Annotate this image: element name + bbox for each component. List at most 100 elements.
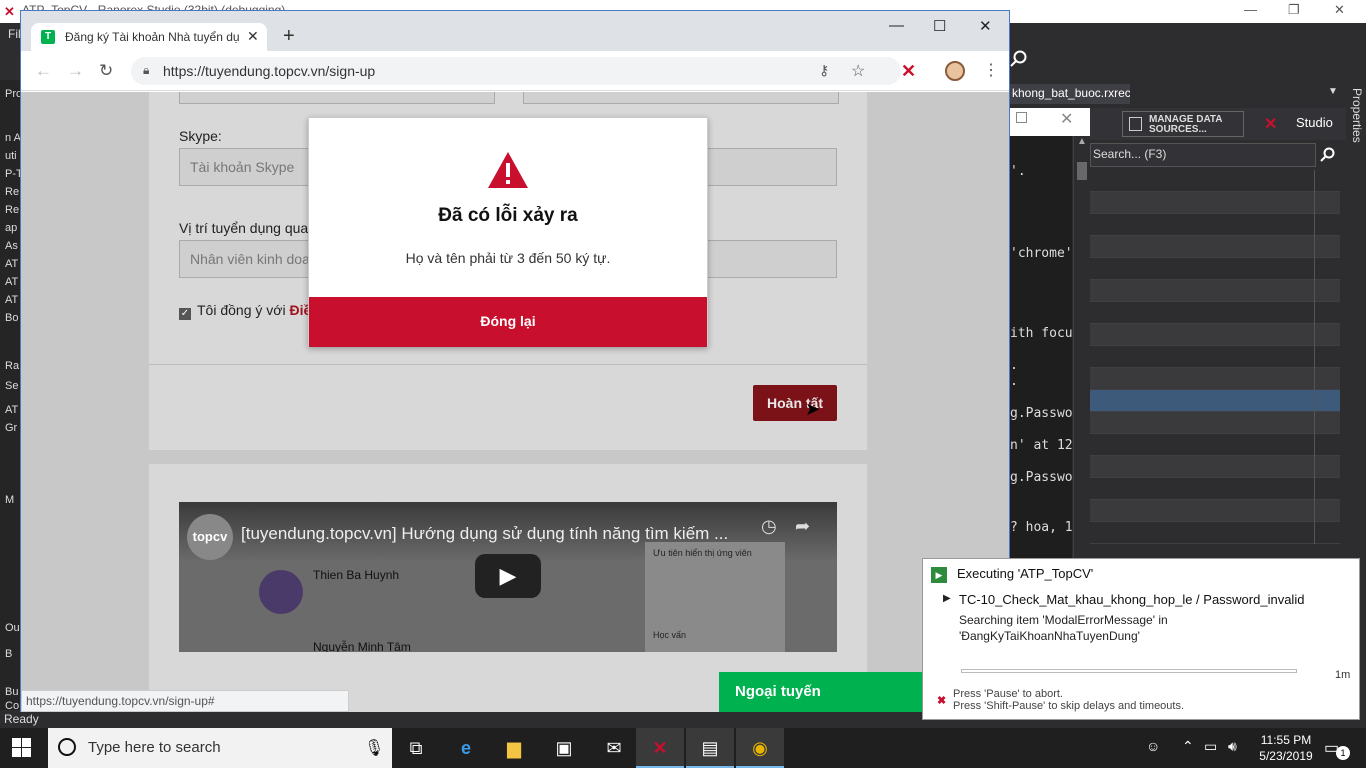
repository-row[interactable] [1090,390,1340,412]
previous-input[interactable] [523,92,839,104]
ranorex-taskbar-icon[interactable]: ✕ [636,728,684,768]
key-icon[interactable]: ⚷ [819,62,829,79]
youtube-video[interactable]: topcv [tuyendung.topcv.vn] Hướng dụng sử… [179,502,837,652]
repository-row[interactable] [1090,258,1340,280]
column-divider [1314,522,1315,544]
repository-row[interactable] [1090,368,1340,390]
reload-icon[interactable]: ↻ [99,61,113,81]
execution-title: Executing 'ATP_TopCV' [957,566,1094,581]
recording-tab[interactable]: khong_bat_buoc.rxrec [1008,84,1130,104]
store-icon[interactable]: ▣ [540,728,588,768]
watch-later-icon[interactable]: ◷ [761,516,777,537]
menu-icon[interactable]: ⋮ [983,60,999,80]
repository-row[interactable] [1090,280,1340,302]
repository-row[interactable] [1090,214,1340,236]
menu-file[interactable]: Fil [8,27,21,41]
profile-avatar[interactable] [945,61,965,81]
video-title[interactable]: [tuyendung.topcv.vn] Hướng dụng sử dụng … [241,524,761,544]
repository-row[interactable] [1090,346,1340,368]
repository-tree[interactable] [1090,170,1340,558]
bookmark-star-icon[interactable]: ☆ [851,61,865,81]
column-divider [1314,500,1315,522]
code-line: . [1010,358,1018,373]
repository-row[interactable] [1090,302,1340,324]
volume-icon[interactable]: 🔊︎ [1228,738,1237,755]
back-icon[interactable]: ← [35,61,52,81]
repository-row[interactable] [1090,412,1340,434]
offline-chat-button[interactable]: Ngoại tuyến [719,672,929,712]
floating-window-header: ✕ [1008,108,1090,136]
code-scrollbar[interactable]: ▲ [1073,136,1089,560]
ranorex-spy-taskbar-icon[interactable]: ▤ [686,728,734,768]
error-modal: Đã có lỗi xảy ra Họ và tên phải từ 3 đến… [308,117,708,347]
close-modal-button[interactable]: Đóng lại [309,297,707,347]
manage-data-sources-button[interactable]: MANAGE DATA SOURCES... [1122,111,1244,137]
lock-icon[interactable]: 🔒︎ [143,63,149,78]
address-bar[interactable]: 🔒︎ https://tuyendung.topcv.vn/sign-up ⚷ … [131,57,901,85]
edge-icon[interactable]: e [442,728,490,768]
browser-window: T Đăng ký Tài khoản Nhà tuyển dụng ✕ + —… [20,10,1010,712]
browser-tab[interactable]: T Đăng ký Tài khoản Nhà tuyển dụng ✕ [31,23,267,51]
task-view-icon[interactable]: ⧉ [392,728,440,768]
repository-toolbar: MANAGE DATA SOURCES... ✕ Studio [1090,108,1346,140]
channel-logo[interactable]: topcv [187,514,233,560]
people-icon[interactable]: ☺ [1146,738,1160,754]
show-hidden-icons-icon[interactable]: ⌃ [1182,738,1194,755]
minimize-icon[interactable]: — [889,17,904,34]
close-icon[interactable]: ✕ [1060,109,1073,129]
properties-tab[interactable]: Properties [1350,88,1364,143]
agree-terms[interactable]: ✓ Tôi đồng ý với Điều [179,302,320,320]
windows-start-icon[interactable] [12,738,32,758]
column-divider [1314,434,1315,456]
forward-icon[interactable]: → [67,61,84,81]
share-icon[interactable]: ➦ [795,516,810,537]
code-editor[interactable]: '. 'chrome' ith focu.. g.Passwo n' at 12 g.Pa… [1008,136,1072,560]
repository-row[interactable] [1090,522,1340,544]
scroll-thumb[interactable] [1077,162,1087,180]
search-status: Searching item 'ModalErrorMessage' in [959,613,1168,627]
close-icon[interactable]: ✕ [979,17,992,35]
taskbar: Type here to search 🎙︎ ⧉ e ▆ ▣ ✉ ✕ ▤ ◉ ☺… [0,728,1366,768]
code-line: '. [1010,164,1026,179]
maximize-icon[interactable]: ☐ [933,17,946,35]
agree-checkbox[interactable]: ✓ [179,308,191,320]
mail-icon[interactable]: ✉ [590,728,638,768]
play-icon[interactable]: ▶ [475,554,541,598]
repository-row[interactable] [1090,192,1340,214]
repository-row[interactable] [1090,324,1340,346]
dropdown-icon[interactable]: ▼ [1328,86,1338,97]
taskbar-search-placeholder: Type here to search [88,739,221,756]
new-tab-icon[interactable]: + [283,25,295,48]
close-tab-icon[interactable]: ✕ [247,28,259,45]
repository-search-input[interactable]: Search... (F3) [1090,143,1316,167]
search-icon[interactable] [1010,50,1028,71]
repository-row[interactable] [1090,434,1340,456]
network-icon[interactable]: ▭ [1204,738,1217,755]
minimize-icon[interactable]: — [1244,2,1257,17]
microphone-icon[interactable]: 🎙︎ [364,738,384,758]
scroll-up-icon[interactable]: ▲ [1077,136,1087,147]
taskbar-search-box[interactable]: Type here to search 🎙︎ [48,728,392,768]
repository-row[interactable] [1090,236,1340,258]
spy-studio-button[interactable]: ✕ Studio [1264,112,1333,134]
maximize-icon[interactable] [1016,112,1027,123]
repository-row[interactable] [1090,456,1340,478]
search-target: 'ĐangKyTaiKhoanNhaTuyenDung' [959,629,1140,643]
clock-time: 11:55 PM [1260,733,1312,747]
taskbar-clock[interactable]: 11:55 PM 5/23/2019 [1256,732,1316,764]
previous-input[interactable] [179,92,495,104]
execution-progress-bar [961,669,1297,673]
repository-row[interactable] [1090,500,1340,522]
expand-icon[interactable]: ▶ [943,593,951,604]
ranorex-extension-icon[interactable]: ✕ [901,61,916,82]
submit-button[interactable]: Hoàn tất [753,385,837,421]
chrome-taskbar-icon[interactable]: ◉ [736,728,784,768]
close-icon[interactable]: ✕ [1334,2,1345,18]
search-icon[interactable] [1320,147,1336,166]
column-divider [1314,302,1315,324]
file-explorer-icon[interactable]: ▆ [490,728,538,768]
repository-row[interactable] [1090,478,1340,500]
restore-icon[interactable]: ❐ [1288,2,1300,18]
topcv-favicon-icon: T [41,30,55,44]
repository-row[interactable] [1090,170,1340,192]
